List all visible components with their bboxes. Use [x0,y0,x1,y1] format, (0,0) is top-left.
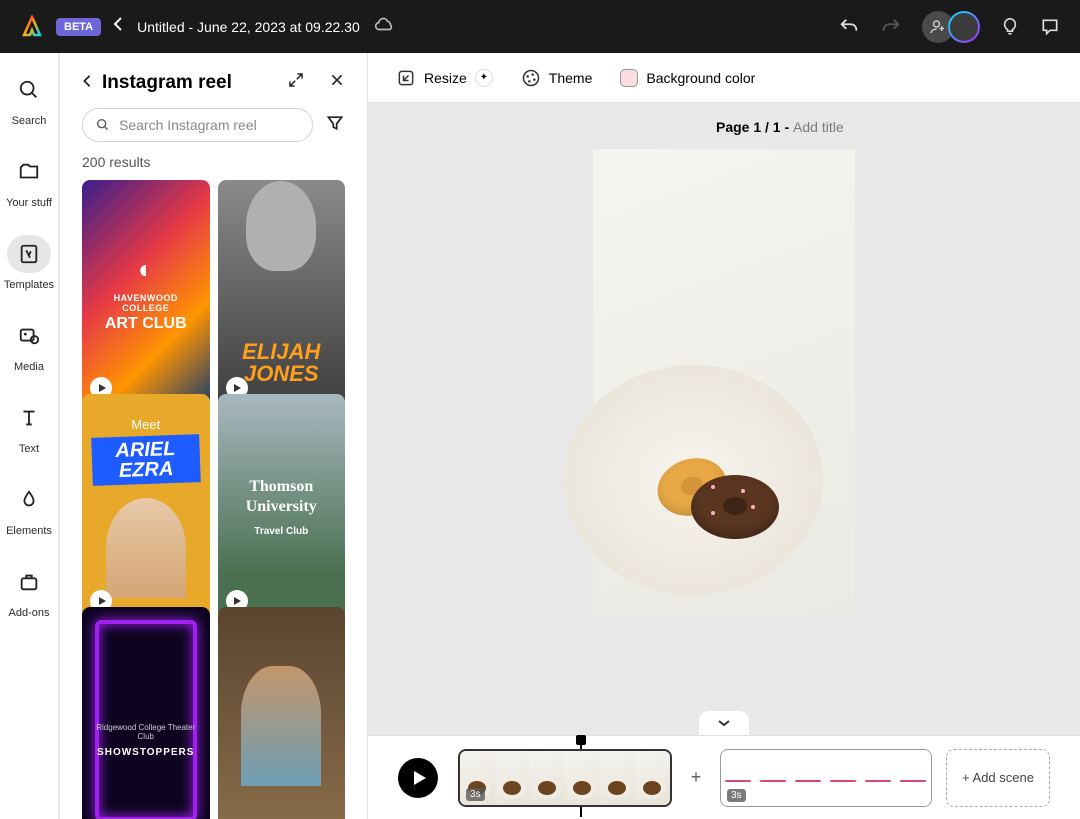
play-button[interactable] [398,758,438,798]
template-card[interactable]: Ridgewood College Theater Club SHOWSTOPP… [82,607,210,819]
help-icon[interactable] [1000,17,1020,37]
resize-icon [396,68,416,88]
redo-button [880,16,902,38]
timeline-clip[interactable]: 3s [720,749,932,807]
rail-text[interactable]: Text [7,399,51,455]
search-icon [95,117,111,133]
premium-icon: ✦ [475,69,493,87]
back-button[interactable] [113,15,123,38]
timeline-clip[interactable]: 3s [458,749,672,807]
page-label[interactable]: Page 1 / 1 - Add title [716,119,844,135]
rail-elements[interactable]: Elements [6,481,52,537]
panel-back-button[interactable] [82,72,92,93]
bgcolor-swatch-icon [620,69,638,87]
template-card[interactable]: Meet ARIEL EZRA [82,394,210,621]
user-avatar[interactable] [948,11,980,43]
templates-panel: Instagram reel 200 results ◐ HAVENWOOD C… [60,53,368,819]
cloud-sync-icon[interactable] [374,13,396,40]
add-clip-between-button[interactable]: + [686,768,706,788]
playhead[interactable] [576,735,586,745]
canvas-toolbar: Resize ✦ Theme Background color [368,53,1080,103]
left-rail: Search Your stuff Templates Media Text E… [0,53,60,819]
rail-search[interactable]: Search [7,71,51,127]
background-color-button[interactable]: Background color [620,69,755,87]
template-card[interactable] [218,607,346,819]
app-logo[interactable] [20,15,44,39]
beta-badge: BETA [56,18,101,36]
share-avatars[interactable] [922,11,980,43]
topbar-actions [838,11,1060,43]
top-bar: BETA Untitled - June 22, 2023 at 09.22.3… [0,0,1080,53]
rail-templates[interactable]: Templates [4,235,54,291]
results-count: 200 results [60,154,367,180]
timeline: 3s + 3s + Add scene [368,735,1080,819]
template-card[interactable]: ◐ HAVENWOOD COLLEGE ART CLUB [82,180,210,407]
rail-addons[interactable]: Add-ons [7,563,51,619]
canvas-page[interactable] [593,149,855,615]
theme-icon [521,68,541,88]
panel-title: Instagram reel [102,72,277,94]
template-grid: ◐ HAVENWOOD COLLEGE ART CLUB ELIJAH JONE… [60,180,367,819]
timeline-clips: 3s + 3s + Add scene [458,749,1050,807]
rail-media[interactable]: Media [7,317,51,373]
panel-close-button[interactable] [329,72,345,93]
panel-expand-icon[interactable] [287,71,305,94]
theme-button[interactable]: Theme [521,68,593,88]
add-scene-button[interactable]: + Add scene [946,749,1050,807]
template-card[interactable]: ELIJAH JONES [218,180,346,407]
resize-button[interactable]: Resize ✦ [396,68,493,88]
document-title[interactable]: Untitled - June 22, 2023 at 09.22.30 [137,19,360,35]
undo-button[interactable] [838,16,860,38]
search-box[interactable] [82,108,313,142]
collapse-timeline-button[interactable] [699,711,749,735]
canvas-viewport[interactable]: Page 1 / 1 - Add title [368,103,1080,735]
comment-icon[interactable] [1040,17,1060,37]
rail-your-stuff[interactable]: Your stuff [6,153,52,209]
canvas-area: Resize ✦ Theme Background color Page 1 /… [368,53,1080,819]
filter-icon[interactable] [325,113,345,138]
template-card[interactable]: Thomson University Travel Club [218,394,346,621]
search-input[interactable] [119,117,300,133]
